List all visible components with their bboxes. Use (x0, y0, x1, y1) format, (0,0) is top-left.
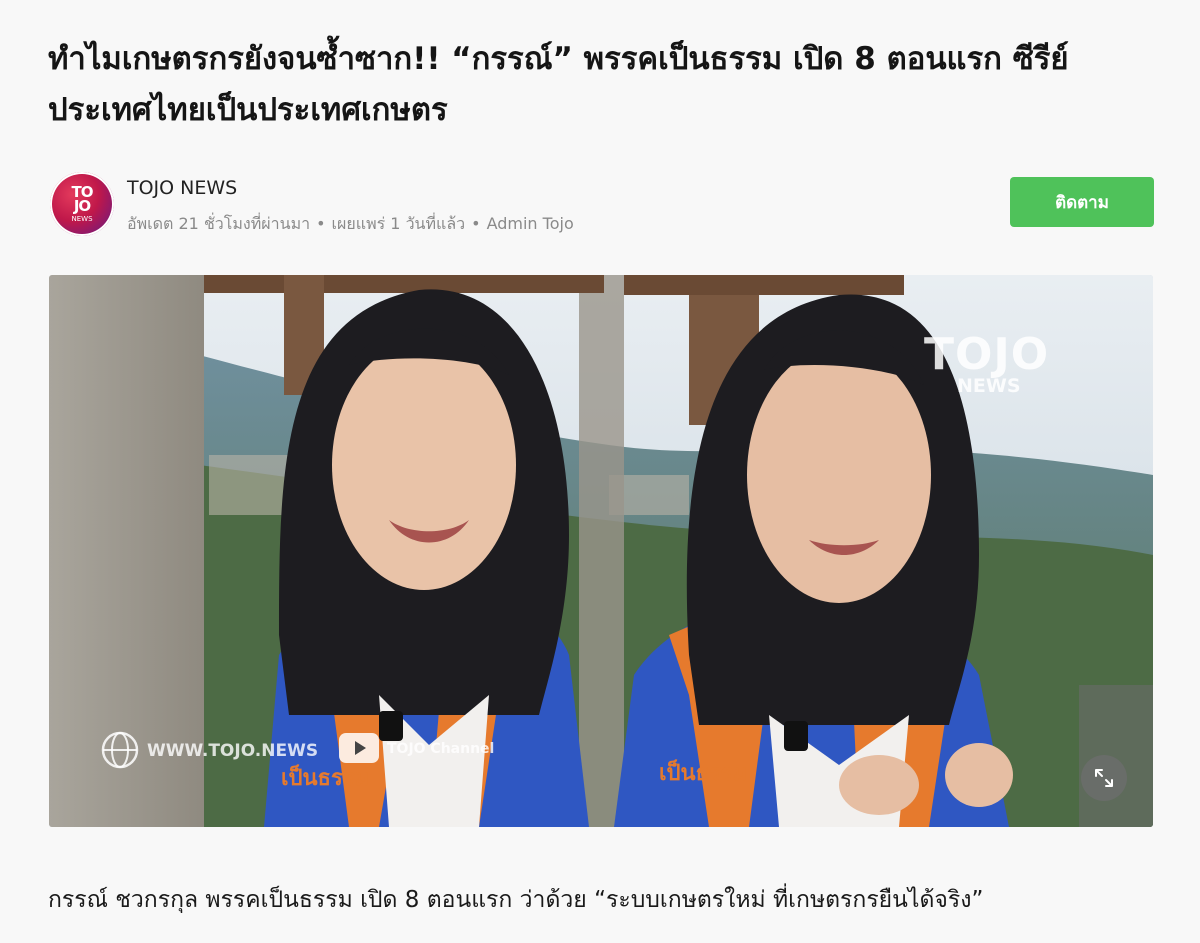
published-time: เผยแพร่ 1 วันที่แล้ว (331, 214, 466, 233)
logo-text-line3: NEWS (71, 215, 93, 223)
youtube-text: TOJO Channel (387, 741, 495, 757)
expand-button[interactable] (1081, 755, 1127, 801)
vest-text-1: เป็นธรรม (281, 763, 369, 791)
channel-logo[interactable]: TO JO NEWS (50, 172, 114, 236)
meta-separator: • (471, 214, 481, 233)
watermark-youtube: TOJO Channel (339, 733, 495, 763)
expand-icon (1095, 769, 1113, 787)
channel-name[interactable]: TOJO NEWS (127, 177, 237, 199)
updated-time: อัพเดต 21 ชั่วโมงที่ผ่านมา (127, 214, 311, 233)
channel-header: TO JO NEWS TOJO NEWS อัพเดต 21 ชั่วโมงที… (50, 172, 1154, 236)
article-meta: อัพเดต 21 ชั่วโมงที่ผ่านมา • เผยแพร่ 1 วัน… (127, 212, 574, 237)
watermark-brand: TOJO (924, 329, 1050, 380)
logo-text-line2: JO (73, 197, 91, 215)
website-text: WWW.TOJO.NEWS (147, 741, 319, 761)
follow-button[interactable]: ติดตาม (1010, 177, 1154, 227)
globe-icon (101, 731, 139, 769)
author-name[interactable]: Admin Tojo (487, 214, 574, 233)
hero-image[interactable]: เป็นธรรม เป็นธรรม TOJO NEWS WWW.TOJO.NEW… (49, 275, 1153, 827)
article-title: ทำไมเกษตรกรยังจนซ้ำซาก!! “กรรณ์” พรรคเป็… (48, 41, 1069, 128)
watermark-website: WWW.TOJO.NEWS (101, 731, 319, 769)
article-lead: กรรณ์ ชวกรกุล พรรคเป็นธรรม เปิด 8 ตอนแรก… (48, 887, 984, 913)
meta-separator: • (316, 214, 326, 233)
vest-text-2: เป็นธรรม (659, 758, 747, 786)
watermark-sub: NEWS (957, 375, 1021, 397)
youtube-icon (339, 733, 379, 763)
